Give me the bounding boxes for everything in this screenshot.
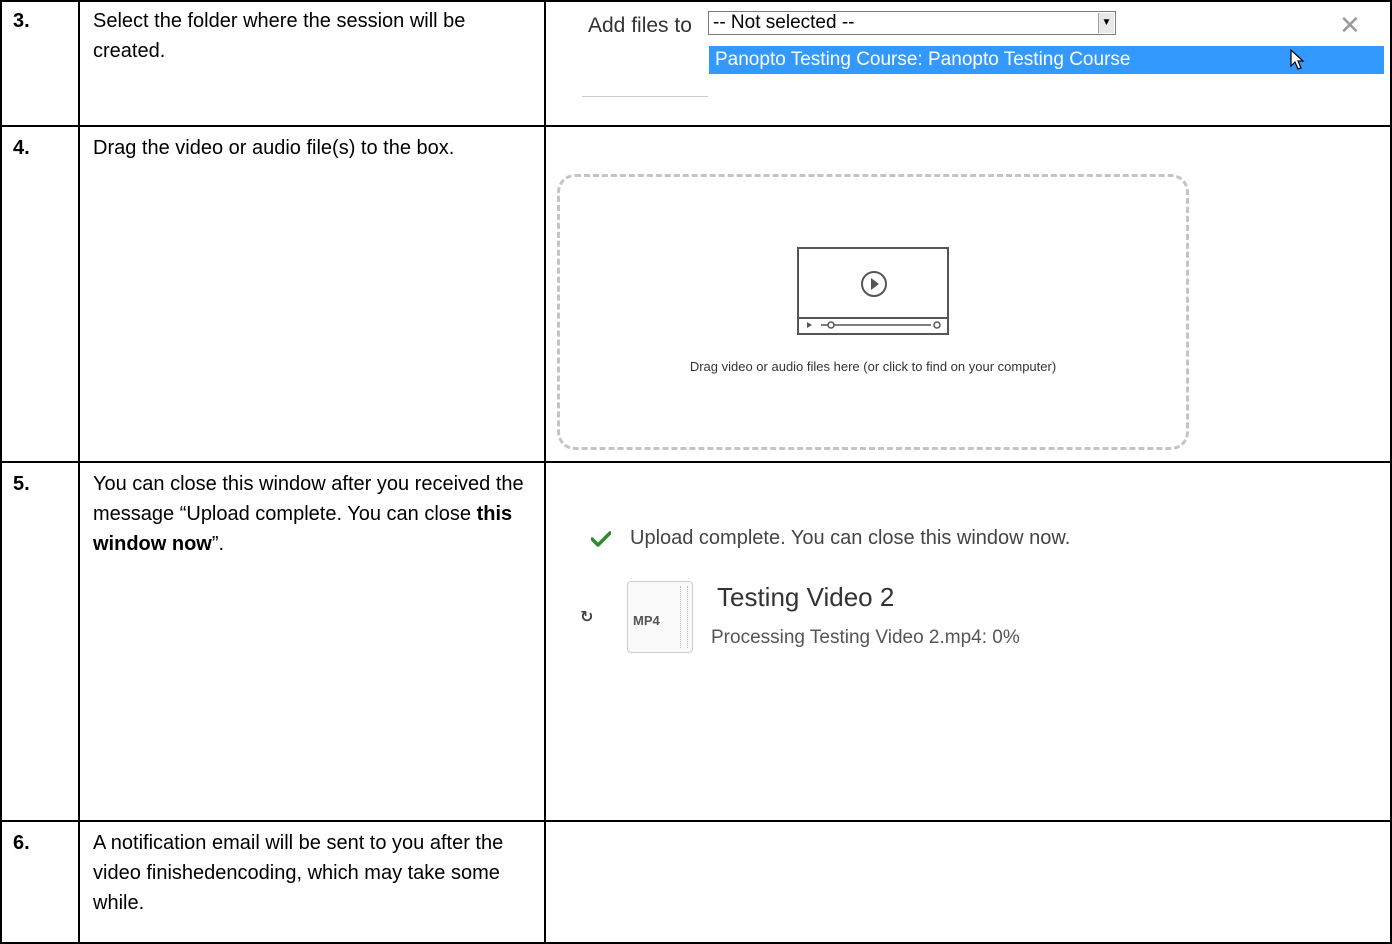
table-border-left [0, 0, 2, 944]
folder-select[interactable]: -- Not selected -- ▼ [708, 11, 1116, 35]
upload-complete-message: Upload complete. You can close this wind… [630, 527, 1071, 549]
step-number: 5. [13, 473, 30, 495]
step-number: 3. [13, 10, 30, 32]
step-instruction: You can close this window after you rece… [93, 469, 538, 559]
video-placeholder-icon [797, 247, 949, 335]
step-instruction: Drag the video or audio file(s) to the b… [93, 137, 455, 159]
refresh-icon: ↻ [580, 609, 594, 626]
row-divider [0, 125, 1392, 127]
file-type-icon: MP4 [627, 581, 693, 653]
close-icon[interactable]: ✕ [1339, 12, 1361, 38]
instructions-table: 3. Select the folder where the session w… [0, 0, 1392, 944]
divider-line [582, 96, 708, 97]
video-controls-bar [799, 317, 947, 333]
row-divider [0, 461, 1392, 463]
file-type-label: MP4 [633, 613, 660, 628]
checkmark-icon [591, 531, 611, 547]
row-divider [0, 820, 1392, 822]
play-icon [861, 271, 887, 297]
step-instruction: Select the folder where the session will… [93, 10, 466, 62]
step-number: 4. [13, 137, 30, 159]
drop-zone-text: Drag video or audio files here (or click… [689, 359, 1057, 374]
processing-status: Processing Testing Video 2.mp4: 0% [711, 627, 1020, 648]
column-divider [544, 0, 546, 944]
chevron-down-icon[interactable]: ▼ [1098, 13, 1114, 33]
mouse-cursor-icon [1290, 49, 1305, 70]
progress-track-icon [807, 321, 941, 329]
table-border-top [0, 0, 1392, 2]
add-files-label: Add files to [588, 14, 692, 37]
video-title: Testing Video 2 [717, 582, 895, 612]
instruction-text: You can close this window after you rece… [93, 473, 524, 525]
film-strip-decoration [680, 586, 688, 648]
column-divider [78, 0, 80, 944]
instruction-text-end: ”. [211, 533, 225, 555]
step-instruction: A notification email will be sent to you… [93, 832, 504, 914]
folder-option-highlighted[interactable]: Panopto Testing Course: Panopto Testing … [709, 46, 1384, 74]
folder-select-value: -- Not selected -- [713, 12, 855, 33]
step-number: 6. [13, 832, 30, 854]
